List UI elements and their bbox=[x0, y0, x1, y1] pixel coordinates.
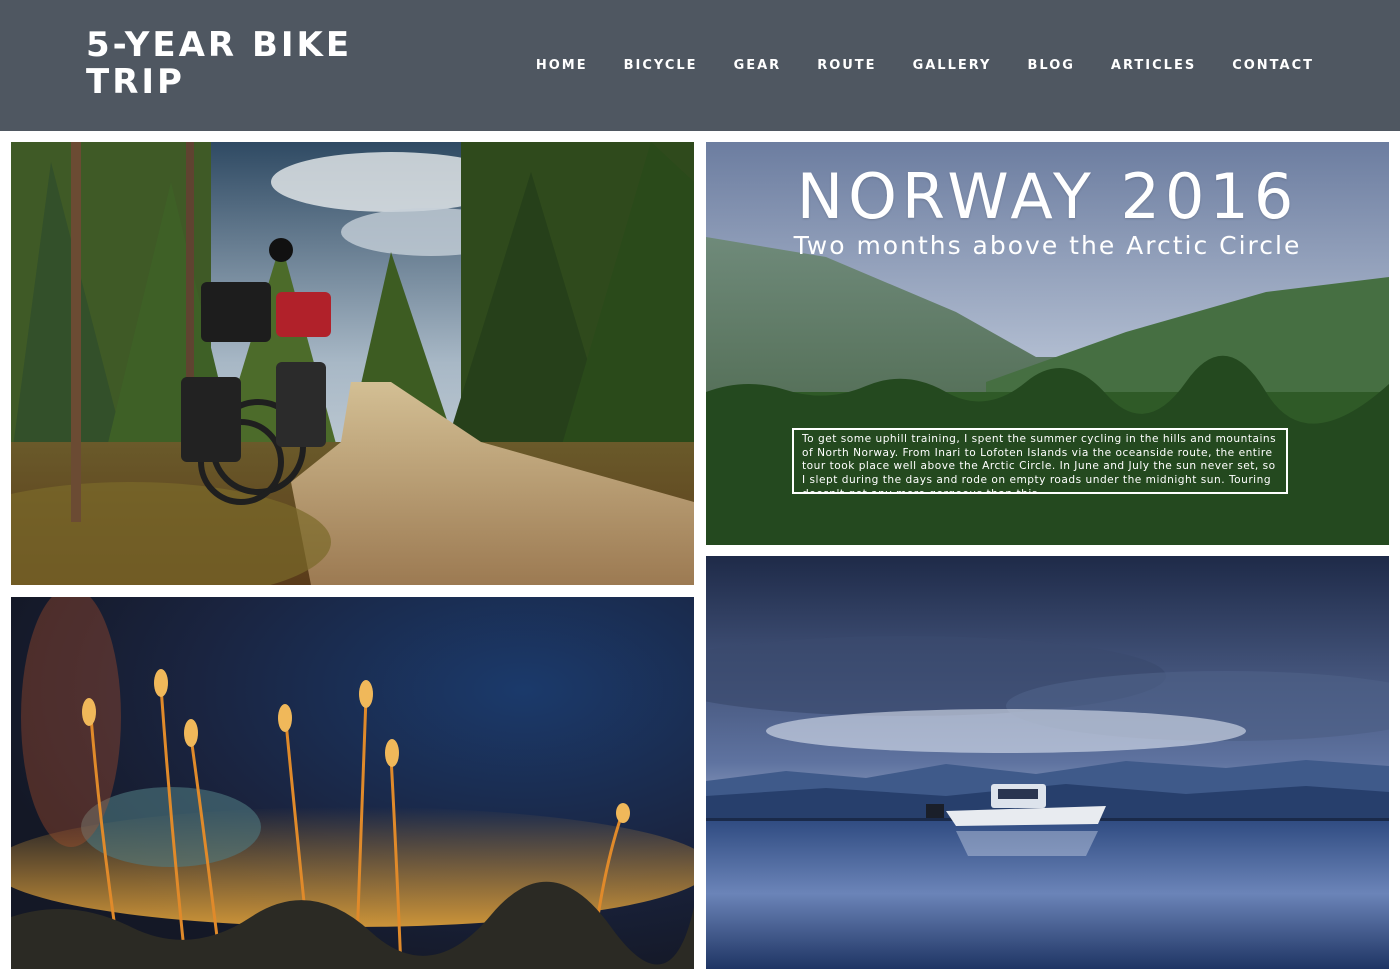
gallery-tile-forest-bike[interactable] bbox=[11, 142, 694, 585]
nav-blog[interactable]: BLOG bbox=[1027, 56, 1074, 76]
nav-articles[interactable]: ARTICLES bbox=[1111, 56, 1196, 76]
moss-macro-photo bbox=[11, 597, 694, 969]
gallery-tile-norway-2016[interactable]: NORWAY 2016 Two months above the Arctic … bbox=[706, 142, 1389, 545]
nav-home[interactable]: HOME bbox=[536, 56, 588, 76]
main-nav: HOME BICYCLE GEAR ROUTE GALLERY BLOG ART… bbox=[536, 56, 1314, 76]
nav-gear[interactable]: GEAR bbox=[734, 56, 782, 76]
boat-fjord-photo bbox=[706, 556, 1389, 969]
site-title[interactable]: 5-YEAR BIKE TRIP bbox=[86, 27, 406, 101]
nav-gallery[interactable]: GALLERY bbox=[913, 56, 992, 76]
norway-subtitle: Two months above the Arctic Circle bbox=[793, 231, 1302, 260]
nav-bicycle[interactable]: BICYCLE bbox=[624, 56, 698, 76]
norway-description: To get some uphill training, I spent the… bbox=[792, 428, 1288, 494]
nav-contact[interactable]: CONTACT bbox=[1232, 56, 1314, 76]
forest-bike-photo bbox=[11, 142, 694, 585]
nav-route[interactable]: ROUTE bbox=[817, 56, 876, 76]
site-header: 5-YEAR BIKE TRIP HOME BICYCLE GEAR ROUTE… bbox=[0, 0, 1400, 131]
norway-title: NORWAY 2016 bbox=[796, 160, 1299, 233]
gallery-tile-boat-fjord[interactable] bbox=[706, 556, 1389, 969]
gallery-tile-moss-macro[interactable] bbox=[11, 597, 694, 969]
